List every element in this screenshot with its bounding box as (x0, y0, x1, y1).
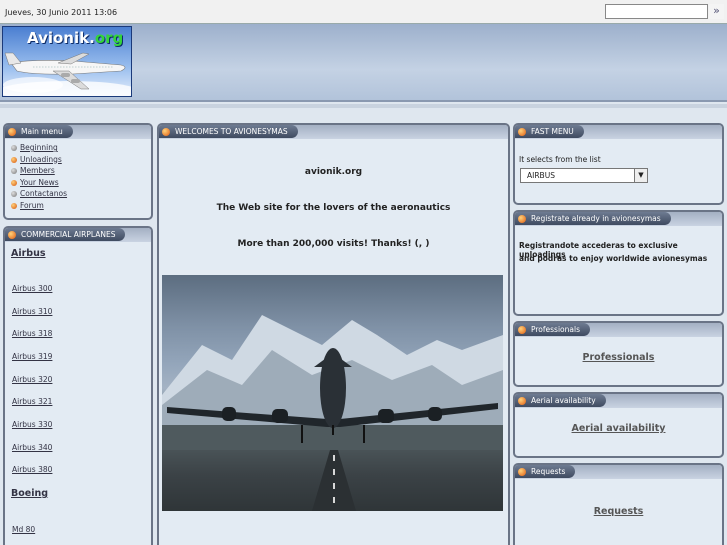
visits-text: More than 200,000 visits! Thanks! (, ) (237, 239, 430, 249)
airplane-link[interactable]: Md 80 (12, 525, 35, 534)
aerial-availability-link[interactable]: Aerial availability (572, 423, 666, 434)
airplanes-panel: COMMERCIAL AIRPLANES Airbus Airbus 300 A… (3, 226, 153, 545)
airplane-link[interactable]: Airbus 320 (12, 375, 52, 384)
aircraft-select[interactable]: AIRBUS ▼ (520, 168, 648, 183)
professionals-title: Professionals (515, 323, 590, 336)
main-menu-header: Main menu (5, 125, 151, 139)
category-boeing[interactable]: Boeing (11, 488, 48, 499)
welcome-panel: WELCOMES TO AVIONESYMAS avionik.org The … (157, 123, 510, 545)
site-name: avionik.org (304, 167, 363, 177)
register-panel: Registrate already in avionesymas Regist… (513, 210, 724, 316)
fast-menu-panel: FAST MENU It selects from the list AIRBU… (513, 123, 724, 205)
airplane-link[interactable]: Airbus 330 (12, 420, 52, 429)
menu-item-members[interactable]: Members (11, 166, 151, 178)
menu-item-contactanos[interactable]: Contactanos (11, 189, 151, 201)
fast-menu-title: FAST MENU (515, 125, 584, 138)
logo-airplane-image (3, 52, 131, 96)
requests-title: Requests (515, 465, 576, 478)
airplane-takeoff-photo (162, 275, 503, 511)
welcome-header: WELCOMES TO AVIONESYMAS (159, 125, 508, 139)
fast-menu-header: FAST MENU (515, 125, 722, 139)
header-divider (0, 104, 727, 108)
airplane-link[interactable]: Airbus 321 (12, 397, 52, 406)
requests-link-wrap: Requests (515, 506, 722, 517)
aerial-link-wrap: Aerial availability (515, 423, 722, 434)
requests-link[interactable]: Requests (594, 506, 644, 517)
menu-item-beginning[interactable]: Beginning (11, 143, 151, 155)
menu-item-your-news[interactable]: Your News (11, 178, 151, 190)
airplane-link[interactable]: Airbus 318 (12, 329, 52, 338)
fast-menu-hint: It selects from the list (519, 155, 601, 164)
main-menu-list: Beginning Unloadings Members Your News C… (5, 139, 151, 212)
airplane-link[interactable]: Airbus 380 (12, 465, 52, 474)
professionals-header: Professionals (515, 323, 722, 337)
requests-panel: Requests Requests (513, 463, 724, 545)
airplane-link[interactable]: Airbus 340 (12, 443, 52, 452)
welcome-title: WELCOMES TO AVIONESYMAS (159, 125, 298, 138)
airplane-link[interactable]: Airbus 310 (12, 307, 52, 316)
current-date: Jueves, 30 Junio 2011 13:06 (5, 8, 118, 17)
aerial-title: Aerial availability (515, 394, 606, 407)
top-bar: Jueves, 30 Junio 2011 13:06 » (0, 0, 727, 24)
register-header: Registrate already in avionesymas (515, 212, 722, 226)
airplanes-title: COMMERCIAL AIRPLANES (5, 228, 126, 241)
airplane-link[interactable]: Airbus 319 (12, 352, 52, 361)
menu-item-forum[interactable]: Forum (11, 201, 151, 213)
professionals-link[interactable]: Professionals (583, 352, 655, 363)
aerial-header: Aerial availability (515, 394, 722, 408)
register-title: Registrate already in avionesymas (515, 212, 671, 225)
menu-item-unloadings[interactable]: Unloadings (11, 155, 151, 167)
airplane-takeoff-illustration (162, 315, 503, 511)
aircraft-select-value: AIRBUS (527, 171, 555, 180)
site-header: Avionik.org (0, 24, 727, 102)
category-airbus[interactable]: Airbus (11, 248, 46, 259)
register-line-2: and podras to enjoy worldwide avionesyma… (519, 254, 708, 263)
main-menu-panel: Main menu Beginning Unloadings Members Y… (3, 123, 153, 220)
search-input[interactable] (605, 4, 708, 19)
chevron-down-icon[interactable]: ▼ (634, 169, 647, 182)
chevron-right-icon[interactable]: » (709, 4, 724, 19)
tagline: The Web site for the lovers of the aeron… (216, 203, 451, 213)
aerial-panel: Aerial availability Aerial availability (513, 392, 724, 458)
main-menu-title: Main menu (5, 125, 73, 138)
professionals-link-wrap: Professionals (515, 352, 722, 363)
site-logo[interactable]: Avionik.org (2, 26, 132, 97)
professionals-panel: Professionals Professionals (513, 321, 724, 387)
airplane-link[interactable]: Airbus 300 (12, 284, 52, 293)
requests-header: Requests (515, 465, 722, 479)
airplanes-header: COMMERCIAL AIRPLANES (5, 228, 151, 242)
